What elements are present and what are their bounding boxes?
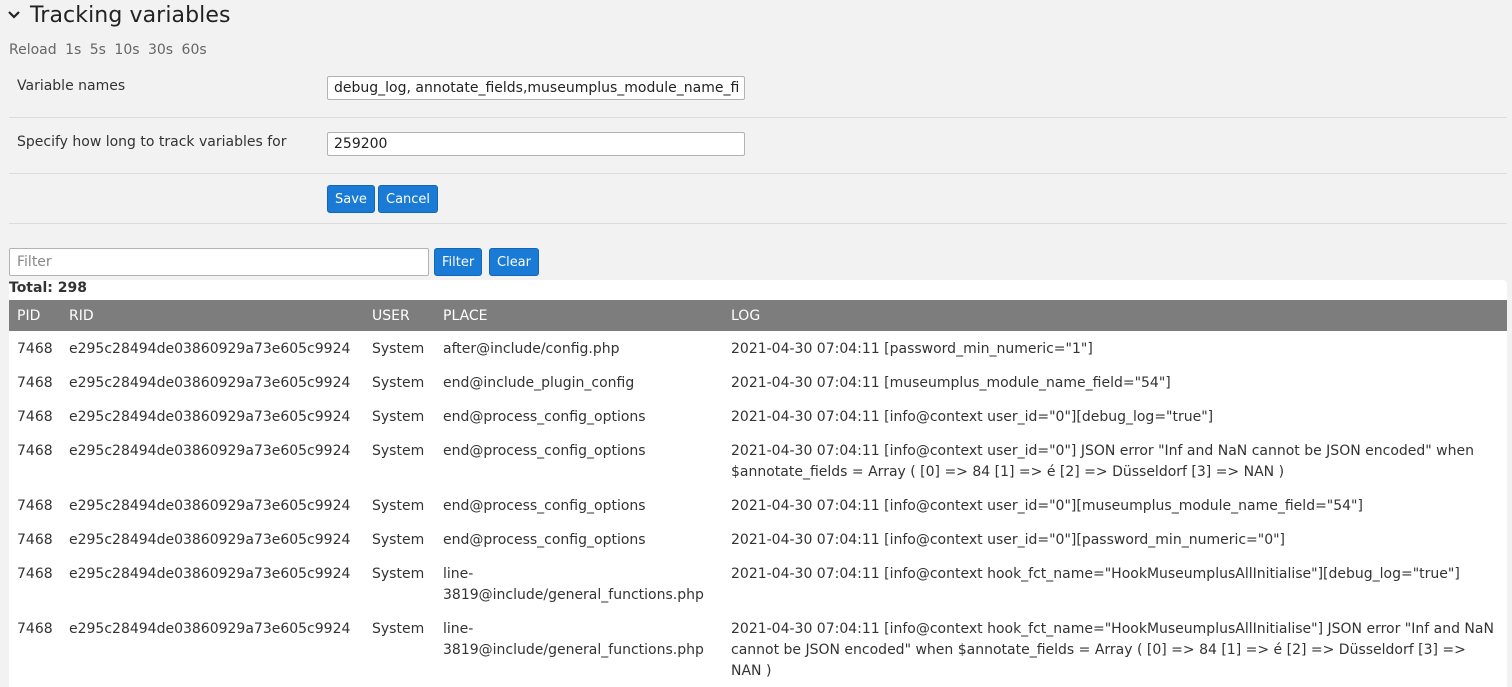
table-row: 7468 e295c28494de03860929a73e605c9924 Sy… [9,522,1507,556]
cell-log: 2021-04-30 07:04:11 [info@context user_i… [723,488,1507,522]
cell-rid: e295c28494de03860929a73e605c9924 [61,522,364,556]
column-header-rid[interactable]: RID [61,300,364,331]
cell-log: 2021-04-30 07:04:11 [info@context hook_f… [723,611,1507,687]
section-header[interactable]: Tracking variables [8,0,231,30]
cell-log: 2021-04-30 07:04:11 [info@context user_i… [723,522,1507,556]
cell-log: 2021-04-30 07:04:11 [info@context hook_f… [723,556,1507,611]
cell-pid: 7468 [9,331,61,365]
chevron-down-icon[interactable] [8,8,22,22]
clear-button[interactable]: Clear [489,248,539,276]
column-header-log[interactable]: LOG [723,300,1507,331]
table-row: 7468 e295c28494de03860929a73e605c9924 Sy… [9,399,1507,433]
cell-user: System [364,399,435,433]
reload-1s-link[interactable]: 1s [65,42,81,58]
cell-user: System [364,522,435,556]
cell-pid: 7468 [9,433,61,488]
cell-rid: e295c28494de03860929a73e605c9924 [61,488,364,522]
save-button[interactable]: Save [327,185,375,213]
cell-rid: e295c28494de03860929a73e605c9924 [61,556,364,611]
cell-place: after@include/config.php [435,331,723,365]
table-row: 7468 e295c28494de03860929a73e605c9924 Sy… [9,556,1507,611]
duration-row: Specify how long to track variables for [9,118,1507,174]
cell-log: 2021-04-30 07:04:11 [info@context user_i… [723,433,1507,488]
reload-label: Reload [9,42,57,58]
duration-label: Specify how long to track variables for [17,134,287,150]
cancel-button[interactable]: Cancel [378,185,439,213]
cell-user: System [364,488,435,522]
cell-user: System [364,433,435,488]
cell-place: line-3819@include/general_functions.php [435,556,723,611]
reload-60s-link[interactable]: 60s [182,42,207,58]
cell-pid: 7468 [9,611,61,687]
cell-log: 2021-04-30 07:04:11 [info@context user_i… [723,399,1507,433]
filter-input[interactable] [9,248,429,276]
table-row: 7468 e295c28494de03860929a73e605c9924 Sy… [9,331,1507,365]
cell-log: 2021-04-30 07:04:11 [museumplus_module_n… [723,365,1507,399]
cell-user: System [364,611,435,687]
log-table: PID RID USER PLACE LOG 7468 e295c28494de… [9,300,1507,687]
cell-rid: e295c28494de03860929a73e605c9924 [61,433,364,488]
table-row: 7468 e295c28494de03860929a73e605c9924 Sy… [9,365,1507,399]
reload-10s-link[interactable]: 10s [114,42,139,58]
column-header-user[interactable]: USER [364,300,435,331]
column-header-place[interactable]: PLACE [435,300,723,331]
cell-rid: e295c28494de03860929a73e605c9924 [61,611,364,687]
cell-rid: e295c28494de03860929a73e605c9924 [61,399,364,433]
form-actions-row: Save Cancel [9,174,1507,224]
cell-place: end@process_config_options [435,399,723,433]
section-title: Tracking variables [30,2,231,28]
cell-place: end@process_config_options [435,522,723,556]
reload-5s-link[interactable]: 5s [90,42,106,58]
table-row: 7468 e295c28494de03860929a73e605c9924 Sy… [9,488,1507,522]
cell-pid: 7468 [9,556,61,611]
column-header-pid[interactable]: PID [9,300,61,331]
reload-bar: Reload 1s 5s 10s 30s 60s [9,42,211,58]
cell-place: end@process_config_options [435,433,723,488]
cell-place: line-3819@include/general_functions.php [435,611,723,687]
cell-log: 2021-04-30 07:04:11 [password_min_numeri… [723,331,1507,365]
cell-rid: e295c28494de03860929a73e605c9924 [61,331,364,365]
cell-pid: 7468 [9,365,61,399]
variable-names-label: Variable names [17,78,126,94]
table-row: 7468 e295c28494de03860929a73e605c9924 Sy… [9,433,1507,488]
total-count: Total: 298 [9,280,87,296]
table-header-row: PID RID USER PLACE LOG [9,300,1507,331]
cell-user: System [364,365,435,399]
cell-place: end@include_plugin_config [435,365,723,399]
duration-input[interactable] [327,132,745,156]
cell-user: System [364,556,435,611]
cell-rid: e295c28494de03860929a73e605c9924 [61,365,364,399]
cell-pid: 7468 [9,488,61,522]
cell-pid: 7468 [9,399,61,433]
filter-button[interactable]: Filter [434,248,483,276]
variable-names-input[interactable] [327,76,745,100]
cell-place: end@process_config_options [435,488,723,522]
cell-pid: 7468 [9,522,61,556]
variable-names-row: Variable names [9,66,1507,118]
reload-30s-link[interactable]: 30s [148,42,173,58]
table-row: 7468 e295c28494de03860929a73e605c9924 Sy… [9,611,1507,687]
cell-user: System [364,331,435,365]
